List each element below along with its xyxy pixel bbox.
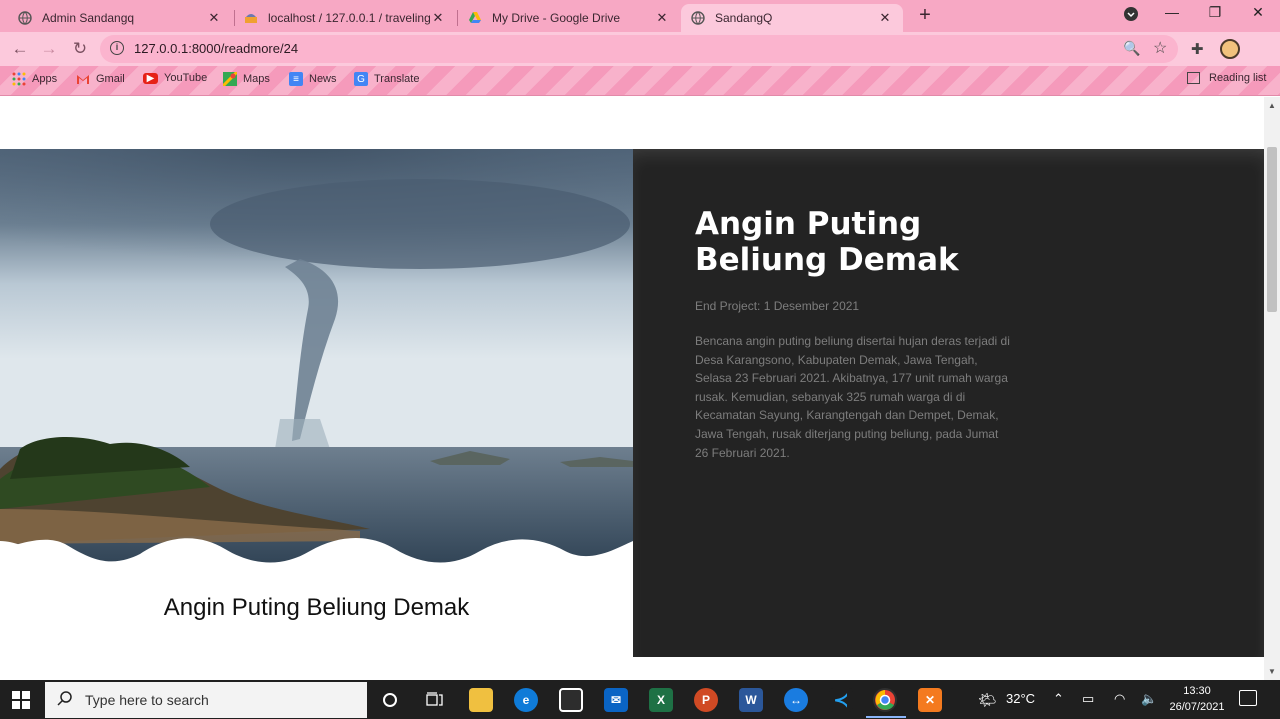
chrome-icon[interactable] [873,688,897,712]
phpmyadmin-icon [244,11,258,25]
store-icon[interactable] [559,688,583,712]
bookmark-label: Apps [32,73,58,85]
taskbar-search-box[interactable]: Type here to search [45,682,367,718]
clock-date: 26/07/2021 [1169,701,1225,713]
google-drive-icon [468,11,482,25]
youtube-icon: ▶ [143,72,158,84]
new-tab-button[interactable]: + [914,5,936,27]
tab-title: My Drive - Google Drive [492,11,621,25]
extensions-puzzle-icon[interactable]: ✚ [1191,40,1204,58]
bookmark-maps[interactable]: Maps [223,72,270,86]
gmail-icon [76,72,90,86]
cortana-icon[interactable] [378,688,402,712]
vscode-icon[interactable]: ≺ [829,688,853,712]
close-window-button[interactable]: ✕ [1238,4,1278,26]
search-placeholder: Type here to search [85,692,209,708]
task-view-icon[interactable] [423,688,447,712]
bookmark-label: YouTube [164,72,208,84]
weather-icon[interactable]: 🌤 [978,691,997,709]
system-clock[interactable]: 13:30 26/07/2021 [1166,683,1228,715]
address-bar[interactable]: i 127.0.0.1:8000/readmore/24 🔍 ☆ [100,35,1178,63]
tab-title: SandangQ [715,11,773,25]
teamviewer-icon[interactable]: ↔ [784,688,808,712]
battery-icon[interactable]: ▭ [1082,691,1094,707]
translate-icon: G [354,72,368,86]
windows-start-icon[interactable] [12,691,30,709]
bookmark-label: News [309,73,337,85]
notification-icon[interactable] [1239,690,1257,706]
excel-icon[interactable]: X [649,688,673,712]
url-text: 127.0.0.1:8000/readmore/24 [134,41,299,56]
globe-icon [18,11,32,25]
mail-icon[interactable]: ✉ [604,688,628,712]
bookmark-star-icon[interactable]: ☆ [1153,38,1167,58]
clock-time: 13:30 [1183,685,1211,697]
chrome-active-indicator [866,716,906,718]
word-icon[interactable]: W [739,688,763,712]
reading-list-icon [1187,72,1200,84]
bookmark-news[interactable]: ≡ News [289,72,337,86]
search-icon [57,690,73,711]
tab-admin-sandangq[interactable]: Admin Sandangq ✕ [8,4,232,32]
volume-icon[interactable]: 🔈 [1141,691,1157,707]
tab-search-button[interactable] [1111,7,1151,29]
zoom-icon[interactable]: 🔍 [1123,40,1140,57]
windows-taskbar: Type here to search e ✉ X P W ↔ ≺ ✕ 🌤 32… [0,680,1280,719]
bookmark-label: Translate [374,73,420,85]
browser-toolbar: ← → ↻ i 127.0.0.1:8000/readmore/24 🔍 ☆ ✚… [0,32,1280,89]
tornado-photo [0,149,633,569]
close-tab-icon[interactable]: ✕ [206,10,222,26]
close-tab-icon[interactable]: ✕ [654,10,670,26]
page-scrollbar[interactable]: ▲ ▼ [1264,97,1280,680]
tab-strip: Admin Sandangq ✕ localhost / 127.0.0.1 /… [0,0,1280,32]
tab-title: Admin Sandangq [42,11,135,25]
article-heading: Angin Puting Beliung Demak [695,206,959,278]
back-button[interactable]: ← [9,39,31,59]
scroll-up-arrow-icon[interactable]: ▲ [1268,101,1276,110]
forward-button[interactable]: → [38,39,60,59]
image-caption: Angin Puting Beliung Demak [163,594,470,621]
bookmarks-bar: Apps Gmail ▶ YouTube Maps ≡ News G Trans… [0,66,1280,96]
close-tab-icon[interactable]: ✕ [877,10,893,26]
reading-list-button[interactable]: Reading list [1187,72,1266,84]
avatar[interactable] [1220,39,1240,59]
scrollbar-thumb[interactable] [1267,147,1277,312]
chevron-up-icon[interactable]: ⌃ [1053,691,1064,707]
globe-icon [691,11,705,25]
tab-phpmyadmin[interactable]: localhost / 127.0.0.1 / travelingku ✕ [234,4,456,32]
file-explorer-icon[interactable] [469,688,493,712]
chevron-down-icon [1124,7,1138,21]
reading-list-label: Reading list [1209,72,1267,84]
apps-grid-icon [12,72,26,86]
news-icon: ≡ [289,72,303,86]
restore-button[interactable]: ❐ [1195,4,1235,26]
bookmark-apps[interactable]: Apps [12,72,57,86]
site-info-icon[interactable]: i [110,41,124,55]
end-project-date: End Project: 1 Desember 2021 [695,299,860,313]
bookmark-youtube[interactable]: ▶ YouTube [143,72,207,84]
bookmark-label: Maps [243,73,270,85]
tab-google-drive[interactable]: My Drive - Google Drive ✕ [458,4,680,32]
wifi-icon[interactable]: ◠ [1114,691,1125,707]
xampp-icon[interactable]: ✕ [918,688,942,712]
scroll-down-arrow-icon[interactable]: ▼ [1268,667,1276,676]
page-viewport: Angin Puting Beliung Demak Angin Puting … [0,97,1264,680]
bookmark-translate[interactable]: G Translate [354,72,419,86]
bookmark-label: Gmail [96,73,125,85]
reload-button[interactable]: ↻ [69,39,91,59]
powerpoint-icon[interactable]: P [694,688,718,712]
temperature-text[interactable]: 32°C [1006,691,1035,706]
minimize-button[interactable]: — [1152,4,1192,26]
bookmark-gmail[interactable]: Gmail [76,72,125,86]
article-description: Bencana angin puting beliung disertai hu… [695,334,1010,460]
edge-icon[interactable]: e [514,688,538,712]
maps-icon [223,72,237,86]
tab-sandangq[interactable]: SandangQ ✕ [681,4,903,32]
close-tab-icon[interactable]: ✕ [430,10,446,26]
tab-title: localhost / 127.0.0.1 / travelingku [268,11,430,25]
article-panel: Angin Puting Beliung Demak End Project: … [633,149,1264,657]
